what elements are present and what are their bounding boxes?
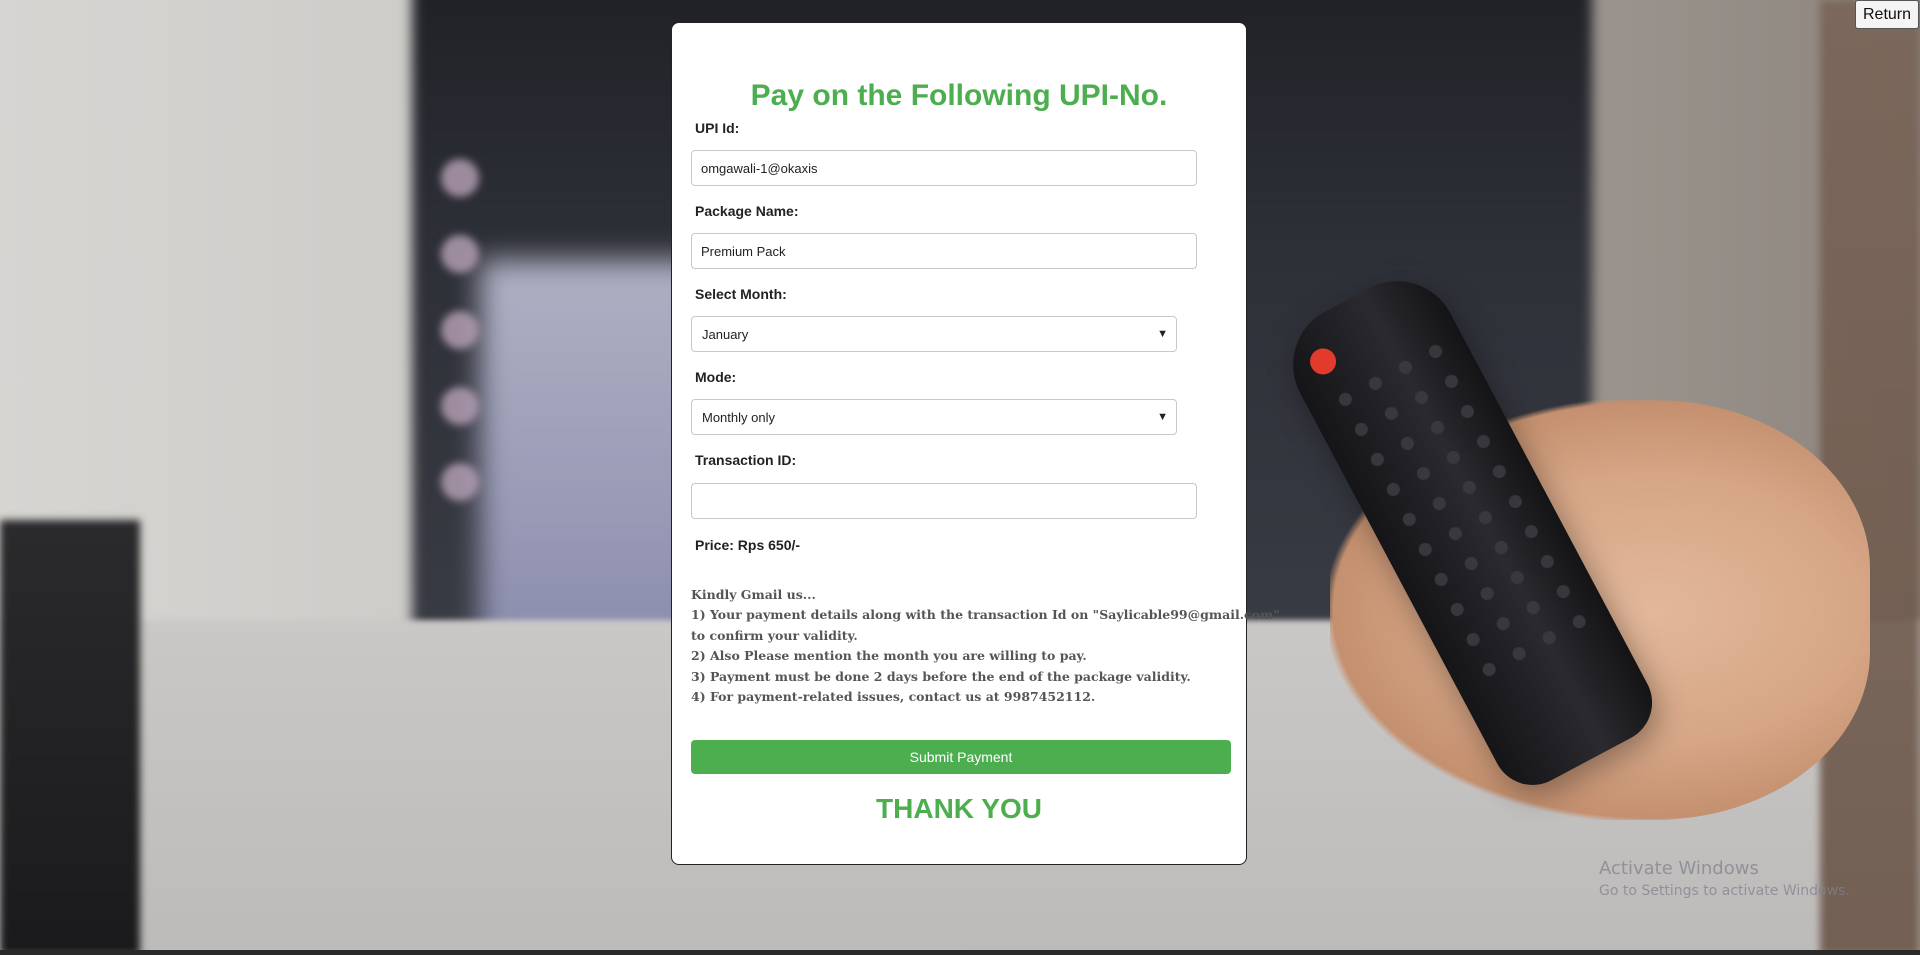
instruction-line: to confirm your validity.	[691, 627, 858, 643]
month-select[interactable]: January ▼	[691, 316, 1177, 352]
payment-form-card: Pay on the Following UPI-No. UPI Id: Pac…	[671, 22, 1280, 865]
select-month-label: Select Month:	[695, 286, 787, 302]
chevron-down-icon: ▼	[1157, 411, 1168, 423]
watermark-title: Activate Windows	[1599, 858, 1759, 879]
mode-select[interactable]: Monthly only ▼	[691, 399, 1177, 435]
instruction-line: Kindly Gmail us...	[691, 587, 816, 602]
month-select-value: January	[702, 326, 749, 342]
instructions-text: Kindly Gmail us... 1) Your payment detai…	[691, 585, 1280, 707]
upi-id-label: UPI Id:	[695, 120, 740, 136]
upi-id-input[interactable]	[691, 150, 1197, 186]
bottom-edge	[0, 950, 1920, 955]
windows-activation-watermark: Activate Windows Go to Settings to activ…	[1599, 858, 1850, 899]
instruction-line: 4) For payment-related issues, contact u…	[691, 689, 1096, 705]
chevron-down-icon: ▼	[1157, 328, 1168, 340]
form-title: Pay on the Following UPI-No.	[750, 79, 1168, 112]
submit-payment-button[interactable]: Submit Payment	[691, 740, 1231, 774]
instruction-line: 3) Payment must be done 2 days before th…	[691, 668, 1191, 684]
mode-label: Mode:	[695, 369, 737, 385]
price-text: Price: Rps 650/-	[695, 537, 801, 553]
watermark-subtitle: Go to Settings to activate Windows.	[1599, 883, 1850, 899]
return-button[interactable]: Return	[1855, 0, 1920, 29]
transaction-id-input[interactable]	[691, 483, 1197, 519]
instruction-line: 1) Your payment details along with the t…	[691, 607, 1280, 623]
package-name-label: Package Name:	[695, 203, 799, 219]
instruction-line: 2) Also Please mention the month you are…	[691, 648, 1087, 664]
transaction-id-label: Transaction ID:	[695, 452, 797, 468]
thank-you-text: THANK YOU	[876, 793, 1042, 824]
mode-select-value: Monthly only	[702, 409, 775, 425]
package-name-input[interactable]	[691, 233, 1197, 269]
